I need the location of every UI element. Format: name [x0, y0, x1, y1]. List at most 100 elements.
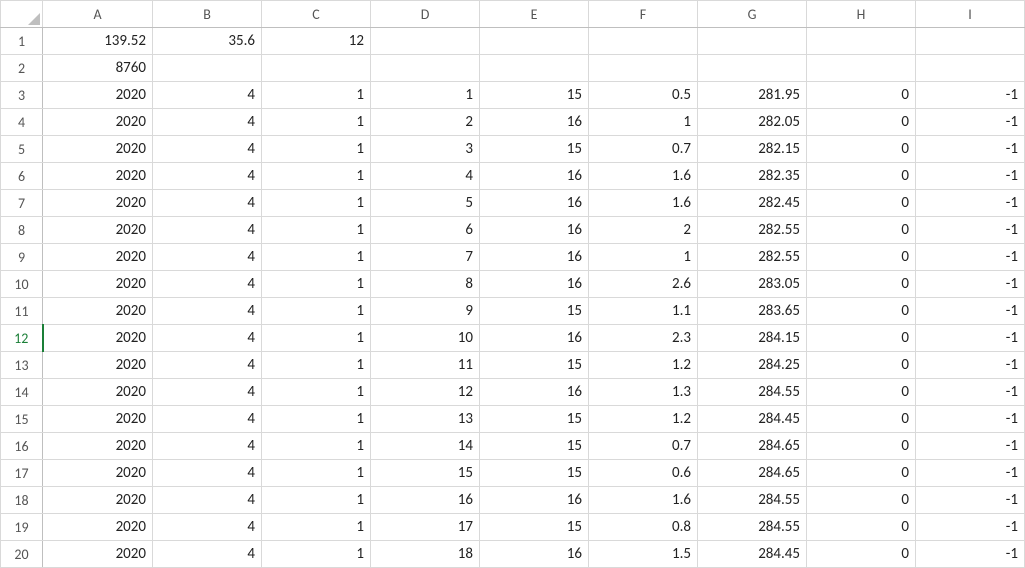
cell-C13[interactable]: 1	[262, 352, 371, 379]
cell-F6[interactable]: 1.6	[589, 163, 698, 190]
row-header-9[interactable]: 9	[1, 244, 43, 271]
spreadsheet-grid[interactable]: ABCDEFGHI 1139.5235.6122876032020411150.…	[0, 0, 1025, 568]
cell-E5[interactable]: 15	[480, 136, 589, 163]
cell-I12[interactable]: -1	[916, 325, 1025, 352]
cell-E11[interactable]: 15	[480, 298, 589, 325]
cell-B14[interactable]: 4	[153, 379, 262, 406]
row-header-19[interactable]: 19	[1, 514, 43, 541]
row-header-11[interactable]: 11	[1, 298, 43, 325]
cell-D9[interactable]: 7	[371, 244, 480, 271]
cell-F9[interactable]: 1	[589, 244, 698, 271]
cell-G16[interactable]: 284.65	[698, 433, 807, 460]
cell-D6[interactable]: 4	[371, 163, 480, 190]
cell-H4[interactable]: 0	[807, 109, 916, 136]
cell-F19[interactable]: 0.8	[589, 514, 698, 541]
column-header-A[interactable]: A	[43, 1, 153, 28]
cell-A7[interactable]: 2020	[43, 190, 153, 217]
cell-D16[interactable]: 14	[371, 433, 480, 460]
cell-I7[interactable]: -1	[916, 190, 1025, 217]
cell-I6[interactable]: -1	[916, 163, 1025, 190]
cell-B2[interactable]	[153, 55, 262, 82]
cell-F2[interactable]	[589, 55, 698, 82]
cell-F11[interactable]: 1.1	[589, 298, 698, 325]
column-header-G[interactable]: G	[698, 1, 807, 28]
row-header-16[interactable]: 16	[1, 433, 43, 460]
cell-C18[interactable]: 1	[262, 487, 371, 514]
cell-G17[interactable]: 284.65	[698, 460, 807, 487]
cell-E15[interactable]: 15	[480, 406, 589, 433]
cell-G5[interactable]: 282.15	[698, 136, 807, 163]
cell-F18[interactable]: 1.6	[589, 487, 698, 514]
cell-D14[interactable]: 12	[371, 379, 480, 406]
cell-C6[interactable]: 1	[262, 163, 371, 190]
column-header-H[interactable]: H	[807, 1, 916, 28]
cell-B7[interactable]: 4	[153, 190, 262, 217]
cell-F7[interactable]: 1.6	[589, 190, 698, 217]
cell-G11[interactable]: 283.65	[698, 298, 807, 325]
cell-G4[interactable]: 282.05	[698, 109, 807, 136]
cell-G3[interactable]: 281.95	[698, 82, 807, 109]
cell-A16[interactable]: 2020	[43, 433, 153, 460]
cell-A1[interactable]: 139.52	[43, 28, 153, 55]
cell-E18[interactable]: 16	[480, 487, 589, 514]
cell-E4[interactable]: 16	[480, 109, 589, 136]
cell-B6[interactable]: 4	[153, 163, 262, 190]
cell-E9[interactable]: 16	[480, 244, 589, 271]
cell-E3[interactable]: 15	[480, 82, 589, 109]
cell-H16[interactable]: 0	[807, 433, 916, 460]
row-header-15[interactable]: 15	[1, 406, 43, 433]
cell-D7[interactable]: 5	[371, 190, 480, 217]
cell-G13[interactable]: 284.25	[698, 352, 807, 379]
cell-G18[interactable]: 284.55	[698, 487, 807, 514]
cell-I20[interactable]: -1	[916, 541, 1025, 568]
cell-G2[interactable]	[698, 55, 807, 82]
cell-B18[interactable]: 4	[153, 487, 262, 514]
cell-I10[interactable]: -1	[916, 271, 1025, 298]
cell-E8[interactable]: 16	[480, 217, 589, 244]
cell-A15[interactable]: 2020	[43, 406, 153, 433]
cell-A5[interactable]: 2020	[43, 136, 153, 163]
row-header-2[interactable]: 2	[1, 55, 43, 82]
cell-B10[interactable]: 4	[153, 271, 262, 298]
cell-C11[interactable]: 1	[262, 298, 371, 325]
row-header-13[interactable]: 13	[1, 352, 43, 379]
cell-H2[interactable]	[807, 55, 916, 82]
cell-I5[interactable]: -1	[916, 136, 1025, 163]
cell-H1[interactable]	[807, 28, 916, 55]
cell-C5[interactable]: 1	[262, 136, 371, 163]
cell-G14[interactable]: 284.55	[698, 379, 807, 406]
cell-B9[interactable]: 4	[153, 244, 262, 271]
cell-B4[interactable]: 4	[153, 109, 262, 136]
row-header-1[interactable]: 1	[1, 28, 43, 55]
cell-D8[interactable]: 6	[371, 217, 480, 244]
row-header-10[interactable]: 10	[1, 271, 43, 298]
cell-I1[interactable]	[916, 28, 1025, 55]
cell-H5[interactable]: 0	[807, 136, 916, 163]
cell-E14[interactable]: 16	[480, 379, 589, 406]
row-header-6[interactable]: 6	[1, 163, 43, 190]
cell-C14[interactable]: 1	[262, 379, 371, 406]
cell-G19[interactable]: 284.55	[698, 514, 807, 541]
cell-I15[interactable]: -1	[916, 406, 1025, 433]
cell-I14[interactable]: -1	[916, 379, 1025, 406]
cell-F8[interactable]: 2	[589, 217, 698, 244]
cell-H9[interactable]: 0	[807, 244, 916, 271]
cell-H3[interactable]: 0	[807, 82, 916, 109]
cell-I2[interactable]	[916, 55, 1025, 82]
cell-B15[interactable]: 4	[153, 406, 262, 433]
cell-H8[interactable]: 0	[807, 217, 916, 244]
cell-B17[interactable]: 4	[153, 460, 262, 487]
cell-B3[interactable]: 4	[153, 82, 262, 109]
cell-I13[interactable]: -1	[916, 352, 1025, 379]
cell-D17[interactable]: 15	[371, 460, 480, 487]
cell-E17[interactable]: 15	[480, 460, 589, 487]
cell-G1[interactable]	[698, 28, 807, 55]
cell-C9[interactable]: 1	[262, 244, 371, 271]
cell-H10[interactable]: 0	[807, 271, 916, 298]
cell-A18[interactable]: 2020	[43, 487, 153, 514]
cell-B19[interactable]: 4	[153, 514, 262, 541]
cell-C10[interactable]: 1	[262, 271, 371, 298]
cell-A3[interactable]: 2020	[43, 82, 153, 109]
cell-I17[interactable]: -1	[916, 460, 1025, 487]
cell-F5[interactable]: 0.7	[589, 136, 698, 163]
